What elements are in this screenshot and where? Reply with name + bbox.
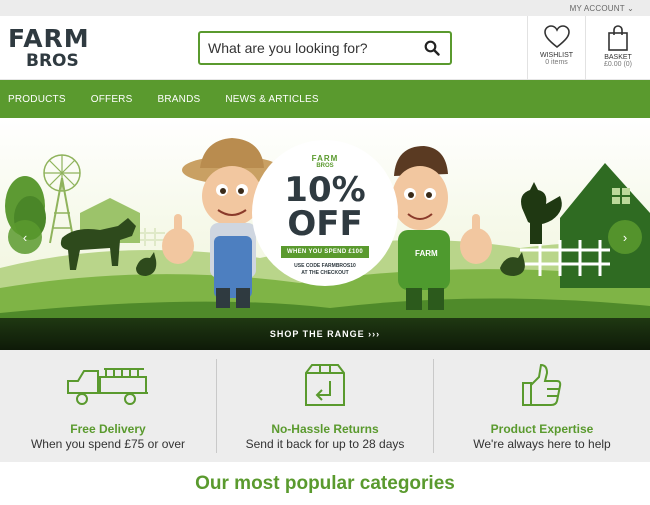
carousel-next-button[interactable]: ›: [608, 220, 642, 254]
thumbs-up-icon: [522, 363, 562, 406]
promo-brand-2: BROS: [316, 163, 334, 169]
promo-spend-threshold: WHEN YOU SPEND £100: [281, 246, 369, 258]
search-icon[interactable]: [424, 40, 440, 56]
wishlist-count: 0 items: [545, 59, 568, 66]
carousel-prev-button[interactable]: ‹: [8, 220, 42, 254]
shop-the-range-label: SHOP THE RANGE ›››: [269, 329, 381, 339]
feature-title: Free Delivery: [70, 422, 146, 436]
promo-code-line-1: USE CODE FARMBROS10: [294, 263, 356, 269]
my-account-label: MY ACCOUNT: [569, 3, 625, 13]
logo-line-1: FARM: [8, 24, 90, 53]
windmill: [43, 154, 81, 244]
search-box[interactable]: What are you looking for?: [198, 31, 452, 65]
shopping-bag-icon: [608, 25, 628, 51]
promo-code-line-2: AT THE CHECKOUT: [301, 270, 349, 276]
fence-left: [140, 228, 165, 246]
feature-product-expertise[interactable]: Product Expertise We're always here to h…: [434, 359, 650, 453]
categories-section: Our most popular categories: [0, 462, 650, 505]
site-header: FARM BROS What are you looking for? WISH…: [0, 16, 650, 80]
shop-the-range-link[interactable]: SHOP THE RANGE ›››: [0, 318, 650, 350]
search-input[interactable]: What are you looking for?: [208, 40, 424, 56]
logo-line-2: BROS: [26, 51, 79, 71]
feature-subtitle: We're always here to help: [473, 437, 611, 451]
feature-title: No-Hassle Returns: [271, 422, 379, 436]
categories-heading: Our most popular categories: [195, 472, 455, 494]
chevron-right-icon: ›: [622, 229, 628, 245]
feature-free-delivery[interactable]: Free Delivery When you spend £75 or over: [0, 359, 217, 453]
nav-brands[interactable]: BRANDS: [157, 94, 200, 105]
basket-total: £0.00 (0): [603, 61, 633, 68]
nav-news-articles[interactable]: NEWS & ARTICLES: [225, 94, 318, 105]
shirt-logo-text: FARM: [415, 249, 438, 258]
my-account-link[interactable]: MY ACCOUNT ⌄: [570, 4, 634, 13]
nav-products[interactable]: PRODUCTS: [8, 94, 66, 105]
feature-title: Product Expertise: [490, 422, 594, 436]
wishlist-button[interactable]: WISHLIST 0 items: [527, 16, 585, 80]
promo-percent: 10%: [284, 170, 366, 210]
wishlist-label: WISHLIST: [539, 52, 574, 59]
main-nav: PRODUCTS OFFERS BRANDS NEWS & ARTICLES: [0, 80, 650, 118]
promo-off: OFF: [287, 204, 363, 244]
feature-subtitle: When you spend £75 or over: [30, 437, 186, 451]
basket-button[interactable]: BASKET £0.00 (0): [585, 16, 650, 80]
return-box-icon: [305, 364, 345, 406]
promo-badge[interactable]: FARM BROS 10% OFF WHEN YOU SPEND £100 US…: [252, 140, 398, 286]
truck-icon: [67, 368, 148, 405]
site-logo[interactable]: FARM BROS: [8, 26, 98, 74]
feature-no-hassle-returns[interactable]: No-Hassle Returns Send it back for up to…: [217, 359, 434, 453]
rooster-silhouette: [521, 182, 562, 244]
basket-label: BASKET: [604, 54, 632, 61]
feature-subtitle: Send it back for up to 28 days: [245, 437, 405, 451]
top-bar: MY ACCOUNT ⌄: [0, 0, 650, 16]
chevron-left-icon: ‹: [22, 229, 28, 245]
promo-brand-1: FARM: [311, 154, 339, 163]
feature-strip: Free Delivery When you spend £75 or over…: [0, 350, 650, 462]
heart-icon: [543, 25, 570, 49]
promo-code: USE CODE FARMBROS10 AT THE CHECKOUT: [294, 263, 356, 277]
hero-banner[interactable]: FARM FARM BROS 10% OFF WHEN YOU SPEND £1…: [0, 118, 650, 350]
nav-offers[interactable]: OFFERS: [91, 94, 133, 105]
